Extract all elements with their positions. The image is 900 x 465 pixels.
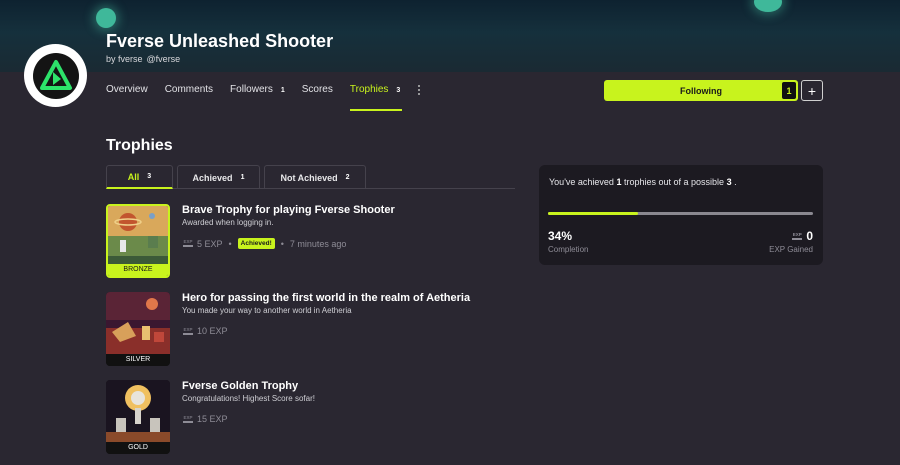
filter-label: Achieved [192,172,233,183]
tab-count: 3 [396,87,401,94]
exp-icon: EXP [182,239,194,249]
completion-label: Completion [548,245,589,254]
add-button[interactable]: + [801,80,823,101]
tab-scores[interactable]: Scores [302,80,333,112]
trophy-exp: 15 EXP [197,414,228,424]
trophy-item[interactable]: GOLD Fverse Golden Trophy Congratulation… [106,380,526,456]
game-logo-icon [32,52,79,99]
following-count: 1 [782,82,796,99]
filter-count: 3 [147,173,152,180]
separator-dot: • [280,238,284,249]
filter-label: All [127,171,140,182]
exp-gained-value: 0 [806,229,813,243]
trophy-filter-tabs: All 3 Achieved 1 Not Achieved 2 [106,165,515,189]
tab-label: Scores [301,84,333,95]
filter-not-achieved[interactable]: Not Achieved 2 [264,165,366,189]
exp-icon: EXP [182,414,194,424]
exp-gained-label: EXP Gained [769,245,813,254]
tab-label: Overview [106,84,148,95]
summary-text: You've achieved 1 trophies out of a poss… [549,177,737,187]
completion-percent: 34% [548,229,573,243]
author-handle[interactable]: @fverse [147,54,181,64]
trophy-exp: 5 EXP [197,238,223,249]
filter-label: Not Achieved [280,172,338,183]
trophy-art-bronze [108,206,168,264]
separator-dot: • [228,238,232,249]
following-label: Following [680,85,722,96]
tab-count: 1 [280,87,285,94]
achieved-badge: Achieved! [237,238,275,249]
filter-count: 1 [240,174,245,181]
tab-trophies[interactable]: Trophies 3 [349,80,403,112]
game-title: Fverse Unleashed Shooter [106,31,334,51]
trophy-thumbnail[interactable]: BRONZE [106,204,170,278]
trophy-thumbnail[interactable]: SILVER [106,292,170,366]
trophy-summary-card: You've achieved 1 trophies out of a poss… [539,165,823,265]
trophy-name: Fverse Golden Trophy [182,380,299,392]
filter-all[interactable]: All 3 [106,165,173,189]
trophy-name: Brave Trophy for playing Fverse Shooter [182,204,395,216]
nav-tabs: Overview Comments Followers 1 Scores Trop… [106,80,438,112]
achieved-count: 1 [616,177,622,187]
banner-orb-left [96,8,116,28]
trophy-item[interactable]: SILVER Hero for passing the first world … [106,292,526,368]
trophy-description: Awarded when logging in. [182,218,274,227]
tab-followers[interactable]: Followers 1 [230,80,285,112]
trophy-description: You made your way to another world in Ae… [182,306,352,315]
completion-progress-fill [548,212,639,215]
completion-progress-bar [548,212,813,215]
exp-icon-text: EXP [183,326,193,332]
total-count: 3 [726,177,732,187]
exp-icon: EXP [791,231,803,241]
banner-orb-right [754,0,782,12]
trophy-art-silver [106,292,170,354]
trophy-name: Hero for passing the first world in the … [182,292,471,304]
exp-icon: EXP [182,326,194,336]
filter-achieved[interactable]: Achieved 1 [177,165,260,189]
vertical-dots-icon [418,85,421,95]
author-name[interactable]: fverse [118,54,143,64]
tab-overview[interactable]: Overview [106,80,148,112]
plus-icon: + [807,82,817,99]
tab-comments[interactable]: Comments [165,80,213,112]
trophy-art-gold [106,380,170,442]
game-avatar[interactable] [24,44,87,107]
exp-icon-text: EXP [792,231,802,237]
summary-text-part: . [734,177,737,187]
section-title: Trophies [106,137,173,154]
trophy-description: Congratulations! Highest Score sofar! [182,394,315,403]
byline-prefix: by [106,54,116,64]
trophy-tier: GOLD [106,442,170,454]
trophy-meta: EXP 15 EXP [182,414,228,424]
trophy-thumbnail[interactable]: GOLD [106,380,170,454]
more-menu-button[interactable] [417,80,421,112]
following-button[interactable]: Following 1 [604,80,798,101]
summary-text-part: trophies out of a possible [624,177,725,187]
byline: by fverse @fverse [106,54,180,64]
tab-label: Comments [164,84,214,95]
summary-text-part: You've achieved [549,177,614,187]
trophy-meta: EXP 10 EXP [182,326,228,336]
achieved-time: 7 minutes ago [289,238,347,249]
exp-icon-text: EXP [183,414,193,420]
trophy-tier: BRONZE [108,264,168,276]
exp-gained-value-wrap: EXP 0 [791,229,813,243]
filter-count: 2 [345,174,350,181]
trophy-tier: SILVER [106,354,170,366]
tab-label: Trophies [349,84,389,95]
tab-label: Followers [230,84,273,95]
trophy-item[interactable]: BRONZE Brave Trophy for playing Fverse S… [106,204,526,280]
trophy-meta: EXP 5 EXP • Achieved! • 7 minutes ago [182,238,346,249]
exp-icon-text: EXP [183,239,193,244]
trophy-exp: 10 EXP [197,326,228,336]
